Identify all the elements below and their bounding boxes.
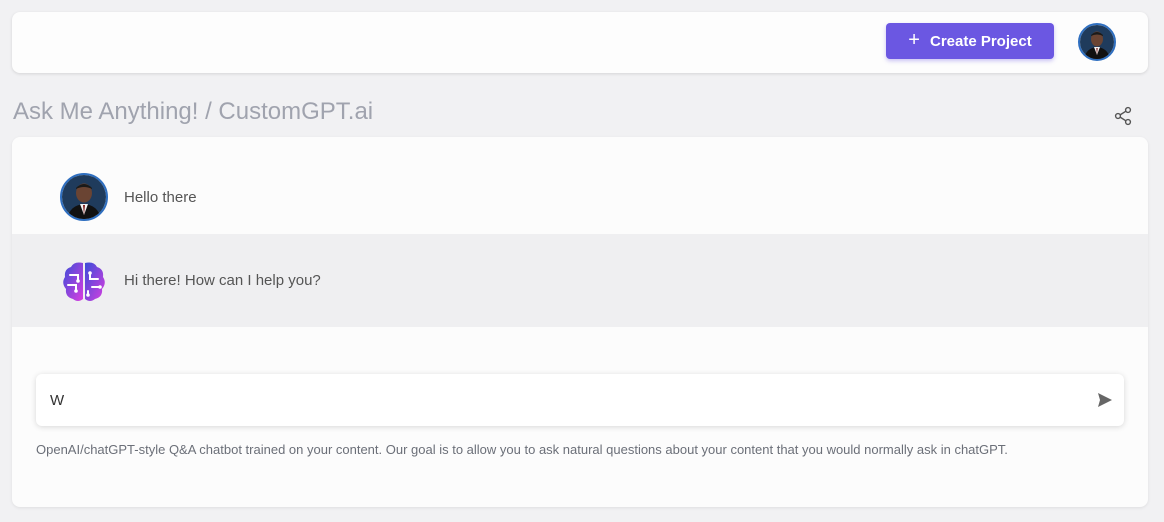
send-icon[interactable] — [1096, 391, 1114, 409]
user-avatar[interactable] — [1078, 23, 1116, 61]
chat-message-user: Hello there — [12, 157, 1148, 237]
chat-input-box — [36, 374, 1124, 426]
brain-icon-image — [63, 262, 105, 301]
page-title: Ask Me Anything! / CustomGPT.ai — [13, 98, 374, 125]
chat-message-assistant: Hi there! How can I help you? — [12, 234, 1148, 327]
user-avatar-image — [1080, 25, 1114, 59]
top-bar: + Create Project — [12, 12, 1148, 73]
create-project-button[interactable]: + Create Project — [886, 23, 1054, 59]
plus-icon: + — [908, 29, 920, 51]
chat-description: OpenAI/chatGPT-style Q&A chatbot trained… — [36, 442, 1008, 457]
share-icon[interactable] — [1113, 106, 1133, 126]
user-avatar-image — [62, 175, 106, 219]
chat-input[interactable] — [50, 384, 1070, 416]
create-project-label: Create Project — [929, 32, 1032, 50]
chat-panel: Hello there Hi there! How can I help you… — [12, 137, 1148, 507]
chat-message-text: Hi there! How can I help you? — [124, 272, 321, 289]
chat-message-text: Hello there — [124, 189, 197, 206]
brain-icon — [60, 257, 108, 305]
user-avatar — [60, 173, 108, 221]
